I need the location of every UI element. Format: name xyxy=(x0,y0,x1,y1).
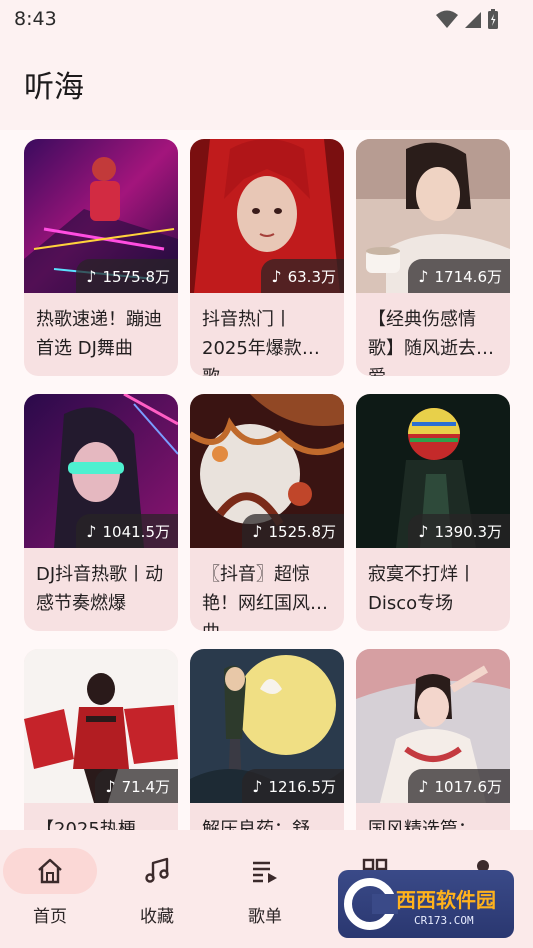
playlist-card[interactable]: ♪ 63.3万 抖音热门丨2025年爆款热歌 xyxy=(190,139,344,376)
nav-label-favorites: 收藏 xyxy=(140,907,174,927)
play-count-badge: ♪ 1714.6万 xyxy=(408,259,510,293)
play-count: 1575.8万 xyxy=(102,267,171,286)
page-title: 听海 xyxy=(24,70,84,105)
music-note-icon: ♪ xyxy=(252,521,263,541)
playlist-cover: ♪ 1216.5万 xyxy=(190,649,344,803)
play-count: 1041.5万 xyxy=(102,522,171,541)
playlist-grid-container[interactable]: ♪ 1575.8万 热歌速递！蹦迪首选 DJ舞曲 ♪ 63.3万 抖音热门丨20… xyxy=(0,130,533,830)
playlist-card[interactable]: ♪ 1017.6万 国风精选篇： xyxy=(356,649,510,830)
music-note-icon: ♪ xyxy=(105,776,116,796)
playlist-grid: ♪ 1575.8万 热歌速递！蹦迪首选 DJ舞曲 ♪ 63.3万 抖音热门丨20… xyxy=(24,139,510,830)
play-count-badge: ♪ 1216.5万 xyxy=(242,769,344,803)
play-count-badge: ♪ 1525.8万 xyxy=(242,514,344,548)
playlist-card[interactable]: ♪ 71.4万 【2025热梗 xyxy=(24,649,178,830)
music-note-icon: ♪ xyxy=(86,521,97,541)
playlist-cover: ♪ 1017.6万 xyxy=(356,649,510,803)
playlist-card[interactable]: ♪ 1216.5万 解压良药：舒 xyxy=(190,649,344,830)
music-note-icon xyxy=(145,857,169,883)
status-bar: 8:43 xyxy=(0,0,533,38)
playlist-card[interactable]: ♪ 1041.5万 DJ抖音热歌丨动感节奏燃爆 xyxy=(24,394,178,631)
nav-active-indicator xyxy=(3,848,97,894)
play-count: 1390.3万 xyxy=(434,522,503,541)
playlist-cover: ♪ 63.3万 xyxy=(190,139,344,293)
nav-item-favorites[interactable]: 收藏 xyxy=(107,848,207,938)
playlist-title: 抖音热门丨2025年爆款热歌 xyxy=(202,309,320,376)
nav-label-playlists: 歌单 xyxy=(248,907,282,927)
playlist-title: 热歌速递！蹦迪首选 DJ舞曲 xyxy=(36,309,162,359)
watermark-subtext: CR173.COM xyxy=(414,914,474,927)
play-count-badge: ♪ 1041.5万 xyxy=(76,514,178,548)
music-note-icon: ♪ xyxy=(252,776,263,796)
wifi-icon xyxy=(436,10,458,28)
music-note-icon: ♪ xyxy=(86,266,97,286)
playlist-title: 〖抖音〗超惊艳！网红国风歌曲 xyxy=(202,564,328,631)
watermark-text: 西西软件园 xyxy=(396,888,496,912)
play-count: 71.4万 xyxy=(121,777,170,796)
play-count-badge: ♪ 1575.8万 xyxy=(76,259,178,293)
play-count: 1525.8万 xyxy=(268,522,337,541)
nav-label-home: 首页 xyxy=(33,907,67,927)
watermark-logo: 西西软件园 CR173.COM xyxy=(338,870,514,938)
playlist-title: 【2025热梗 xyxy=(36,819,136,830)
play-count: 63.3万 xyxy=(287,267,336,286)
playlist-title: 【经典伤感情歌】随风逝去的爱 xyxy=(368,309,494,376)
music-note-icon: ♪ xyxy=(271,266,282,286)
nav-item-playlists[interactable]: 歌单 xyxy=(215,848,315,938)
nav-item-home[interactable]: 首页 xyxy=(0,848,100,938)
status-time: 8:43 xyxy=(14,8,57,30)
playlist-cover: ♪ 1525.8万 xyxy=(190,394,344,548)
playlist-cover: ♪ 1714.6万 xyxy=(356,139,510,293)
music-note-icon: ♪ xyxy=(418,266,429,286)
music-note-icon: ♪ xyxy=(418,521,429,541)
home-icon xyxy=(38,858,62,884)
signal-icon xyxy=(465,12,481,28)
playlist-cover: ♪ 71.4万 xyxy=(24,649,178,803)
playlist-title: 解压良药：舒 xyxy=(202,819,310,830)
playlist-cover: ♪ 1390.3万 xyxy=(356,394,510,548)
play-count: 1714.6万 xyxy=(434,267,503,286)
music-note-icon: ♪ xyxy=(418,776,429,796)
playlist-card[interactable]: ♪ 1390.3万 寂寞不打烊丨Disco专场 xyxy=(356,394,510,631)
playlist-icon xyxy=(253,861,277,883)
play-count-badge: ♪ 71.4万 xyxy=(95,769,178,803)
playlist-title: 国风精选篇： xyxy=(368,819,476,830)
play-count-badge: ♪ 1390.3万 xyxy=(408,514,510,548)
nav-icon-wrap xyxy=(218,848,312,894)
playlist-cover: ♪ 1041.5万 xyxy=(24,394,178,548)
playlist-card[interactable]: ♪ 1575.8万 热歌速递！蹦迪首选 DJ舞曲 xyxy=(24,139,178,376)
nav-icon-wrap xyxy=(110,848,204,894)
playlist-title: DJ抖音热歌丨动感节奏燃爆 xyxy=(36,564,164,614)
playlist-card[interactable]: ♪ 1714.6万 【经典伤感情歌】随风逝去的爱 xyxy=(356,139,510,376)
status-icons xyxy=(435,8,499,30)
playlist-cover: ♪ 1575.8万 xyxy=(24,139,178,293)
playlist-title: 寂寞不打烊丨Disco专场 xyxy=(368,564,476,614)
play-count-badge: ♪ 1017.6万 xyxy=(408,769,510,803)
battery-icon xyxy=(488,9,498,29)
play-count: 1017.6万 xyxy=(434,777,503,796)
play-count-badge: ♪ 63.3万 xyxy=(261,259,344,293)
play-count: 1216.5万 xyxy=(268,777,337,796)
app-bar: 听海 xyxy=(0,38,533,130)
playlist-card[interactable]: ♪ 1525.8万 〖抖音〗超惊艳！网红国风歌曲 xyxy=(190,394,344,631)
watermark-c-icon xyxy=(344,878,398,930)
